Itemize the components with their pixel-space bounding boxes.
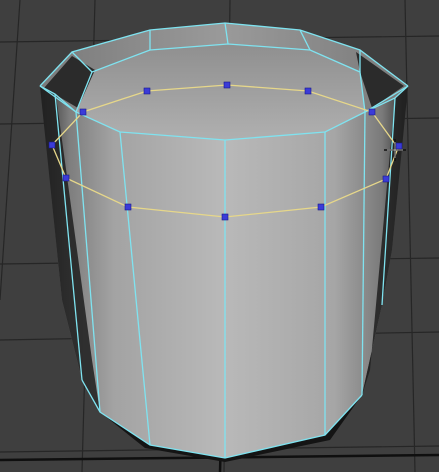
vertex-12[interactable] — [395, 142, 403, 150]
viewport-canvas[interactable] — [0, 0, 439, 472]
vertex-1[interactable] — [48, 141, 56, 149]
vertex-2[interactable] — [62, 174, 70, 182]
vertex-8[interactable] — [143, 87, 151, 95]
vertex-7[interactable] — [79, 108, 87, 116]
vertex-9[interactable] — [223, 81, 231, 89]
vertex-4[interactable] — [221, 213, 229, 221]
vertex-5[interactable] — [317, 203, 325, 211]
vertex-3[interactable] — [124, 203, 132, 211]
vertex-6[interactable] — [382, 175, 390, 183]
3d-viewport[interactable] — [0, 0, 439, 472]
vertex-11[interactable] — [368, 108, 376, 116]
vertex-10[interactable] — [304, 87, 312, 95]
cup-mesh[interactable] — [39, 22, 409, 462]
